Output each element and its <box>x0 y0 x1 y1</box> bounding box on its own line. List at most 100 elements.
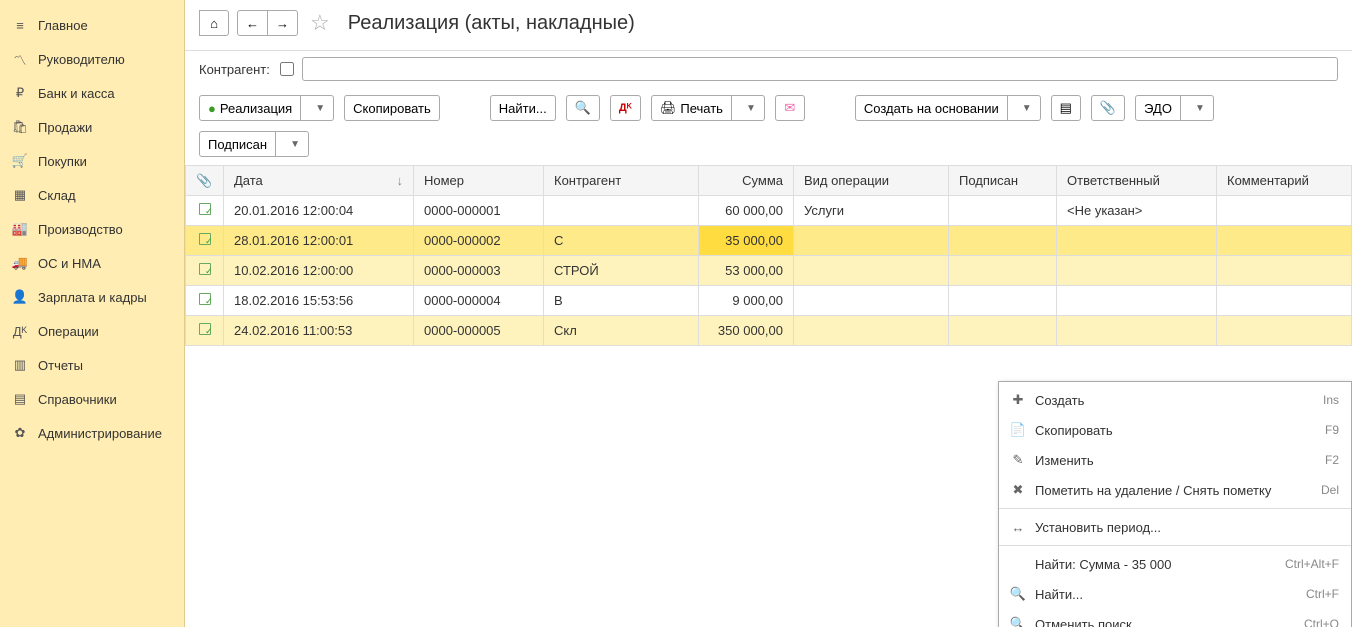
book-icon: ▤ <box>12 391 28 407</box>
arrow-right-icon: → <box>276 16 289 31</box>
button-label: Создать на основании <box>864 101 999 116</box>
forward-button[interactable]: → <box>268 10 298 36</box>
sidebar-item-sales[interactable]: 🛍Продажи <box>0 110 184 144</box>
col-comment[interactable]: Комментарий <box>1217 166 1352 196</box>
menu-item[interactable]: ✎ИзменитьF2 <box>999 445 1351 475</box>
menu-item[interactable]: 🔍Найти...Ctrl+F <box>999 579 1351 609</box>
menu-item[interactable]: Найти: Сумма - 35 000Ctrl+Alt+F <box>999 549 1351 579</box>
col-label: Контрагент <box>554 173 621 188</box>
sidebar-item-label: Производство <box>38 222 123 237</box>
dk-button[interactable]: Дᴷ <box>610 95 641 121</box>
doc-button[interactable]: ▤ <box>1051 95 1081 121</box>
menu-shortcut: F9 <box>1325 423 1339 437</box>
cell-sum: 53 000,00 <box>699 256 794 286</box>
home-button[interactable]: ⌂ <box>199 10 229 36</box>
copy-button[interactable]: Скопировать <box>344 95 440 121</box>
cell-signed <box>949 316 1057 346</box>
sidebar-item-catalogs[interactable]: ▤Справочники <box>0 382 184 416</box>
col-sum[interactable]: Сумма <box>699 166 794 196</box>
cell-comment <box>1217 256 1352 286</box>
menu-label: Установить период... <box>1035 520 1161 535</box>
col-label: Сумма <box>742 173 783 188</box>
create-based-button[interactable]: Создать на основании <box>855 95 1008 121</box>
cell-number: 0000-000005 <box>414 316 544 346</box>
cell-resp <box>1057 316 1217 346</box>
cell-signed <box>949 226 1057 256</box>
doc-status-icon <box>199 233 211 245</box>
sidebar-item-purchases[interactable]: 🛒Покупки <box>0 144 184 178</box>
print-button[interactable]: 🖨Печать <box>651 95 732 121</box>
edo-dropdown[interactable]: ▼ <box>1181 95 1214 121</box>
menu-item[interactable]: 🔍Отменить поискCtrl+Q <box>999 609 1351 627</box>
arrow-left-icon: ← <box>246 16 259 31</box>
page-header: ⌂ ← → ☆ Реализация (акты, накладные) <box>185 0 1352 51</box>
table-row[interactable]: 28.01.2016 12:00:010000-000002С35 000,00 <box>186 226 1352 256</box>
realization-button[interactable]: ●Реализация <box>199 95 301 121</box>
print-dropdown[interactable]: ▼ <box>732 95 765 121</box>
find-button[interactable]: Найти... <box>490 95 556 121</box>
realization-dropdown[interactable]: ▼ <box>301 95 334 121</box>
cell-resp <box>1057 226 1217 256</box>
sidebar-item-label: Склад <box>38 188 76 203</box>
back-button[interactable]: ← <box>237 10 268 36</box>
menu-label: Пометить на удаление / Снять пометку <box>1035 483 1271 498</box>
cell-resp: <Не указан> <box>1057 196 1217 226</box>
signed-button[interactable]: Подписан <box>199 131 276 157</box>
cell-resp <box>1057 286 1217 316</box>
col-resp[interactable]: Ответственный <box>1057 166 1217 196</box>
sidebar-item-manager[interactable]: 〽Руководителю <box>0 42 184 76</box>
filter-checkbox[interactable] <box>280 62 294 76</box>
printer-icon: 🖨 <box>660 100 677 116</box>
sidebar-item-label: Продажи <box>38 120 92 135</box>
menu-shortcut: F2 <box>1325 453 1339 467</box>
home-icon: ⌂ <box>210 16 218 31</box>
col-agent[interactable]: Контрагент <box>544 166 699 196</box>
sidebar-item-production[interactable]: 🏭Производство <box>0 212 184 246</box>
table-row[interactable]: 10.02.2016 12:00:000000-000003СТРОЙ53 00… <box>186 256 1352 286</box>
col-number[interactable]: Номер <box>414 166 544 196</box>
filter-input[interactable] <box>302 57 1338 81</box>
toolbar: ●Реализация ▼ Скопировать Найти... 🔍 Дᴷ … <box>185 87 1352 165</box>
cell-number: 0000-000002 <box>414 226 544 256</box>
sidebar-item-assets[interactable]: 🚚ОС и НМА <box>0 246 184 280</box>
cell-sum: 350 000,00 <box>699 316 794 346</box>
edo-button[interactable]: ЭДО <box>1135 95 1181 121</box>
menu-item[interactable]: ✚СоздатьIns <box>999 385 1351 415</box>
caret-down-icon: ▼ <box>746 103 756 114</box>
menu-icon: ≡ <box>12 17 28 33</box>
sidebar-item-label: Операции <box>38 324 99 339</box>
caret-down-icon: ▼ <box>290 139 300 150</box>
delete-icon: ✖ <box>1007 482 1029 498</box>
doc-status-icon <box>199 323 211 335</box>
plus-icon: ● <box>208 101 216 116</box>
cell-sum: 60 000,00 <box>699 196 794 226</box>
col-date[interactable]: Дата↓ <box>224 166 414 196</box>
sidebar-item-operations[interactable]: ДᴷОперации <box>0 314 184 348</box>
sidebar-item-salary[interactable]: 👤Зарплата и кадры <box>0 280 184 314</box>
sidebar-item-bank[interactable]: ₽Банк и касса <box>0 76 184 110</box>
documents-table: 📎 Дата↓ Номер Контрагент Сумма Вид опера… <box>185 165 1352 346</box>
clip-icon: 📎 <box>1100 100 1116 116</box>
table-row[interactable]: 20.01.2016 12:00:040000-00000160 000,00У… <box>186 196 1352 226</box>
sidebar-item-warehouse[interactable]: ▦Склад <box>0 178 184 212</box>
create-based-dropdown[interactable]: ▼ <box>1008 95 1041 121</box>
menu-item[interactable]: ✖Пометить на удаление / Снять пометкуDel <box>999 475 1351 505</box>
cell-date: 20.01.2016 12:00:04 <box>224 196 414 226</box>
signed-dropdown[interactable]: ▼ <box>276 131 309 157</box>
cancel-search-button[interactable]: 🔍 <box>566 95 600 121</box>
mail-button[interactable]: ✉ <box>775 95 805 121</box>
col-clip[interactable]: 📎 <box>186 166 224 196</box>
cell-comment <box>1217 196 1352 226</box>
col-signed[interactable]: Подписан <box>949 166 1057 196</box>
favorite-icon[interactable]: ☆ <box>310 10 330 36</box>
cell-oper <box>794 286 949 316</box>
clip-button[interactable]: 📎 <box>1091 95 1125 121</box>
sidebar-item-admin[interactable]: ✿Администрирование <box>0 416 184 450</box>
menu-item[interactable]: 📄СкопироватьF9 <box>999 415 1351 445</box>
menu-item[interactable]: ↔Установить период... <box>999 512 1351 542</box>
sidebar-item-reports[interactable]: ▥Отчеты <box>0 348 184 382</box>
col-oper[interactable]: Вид операции <box>794 166 949 196</box>
table-row[interactable]: 24.02.2016 11:00:530000-000005Скл350 000… <box>186 316 1352 346</box>
sidebar-item-main[interactable]: ≡Главное <box>0 8 184 42</box>
table-row[interactable]: 18.02.2016 15:53:560000-000004В9 000,00 <box>186 286 1352 316</box>
